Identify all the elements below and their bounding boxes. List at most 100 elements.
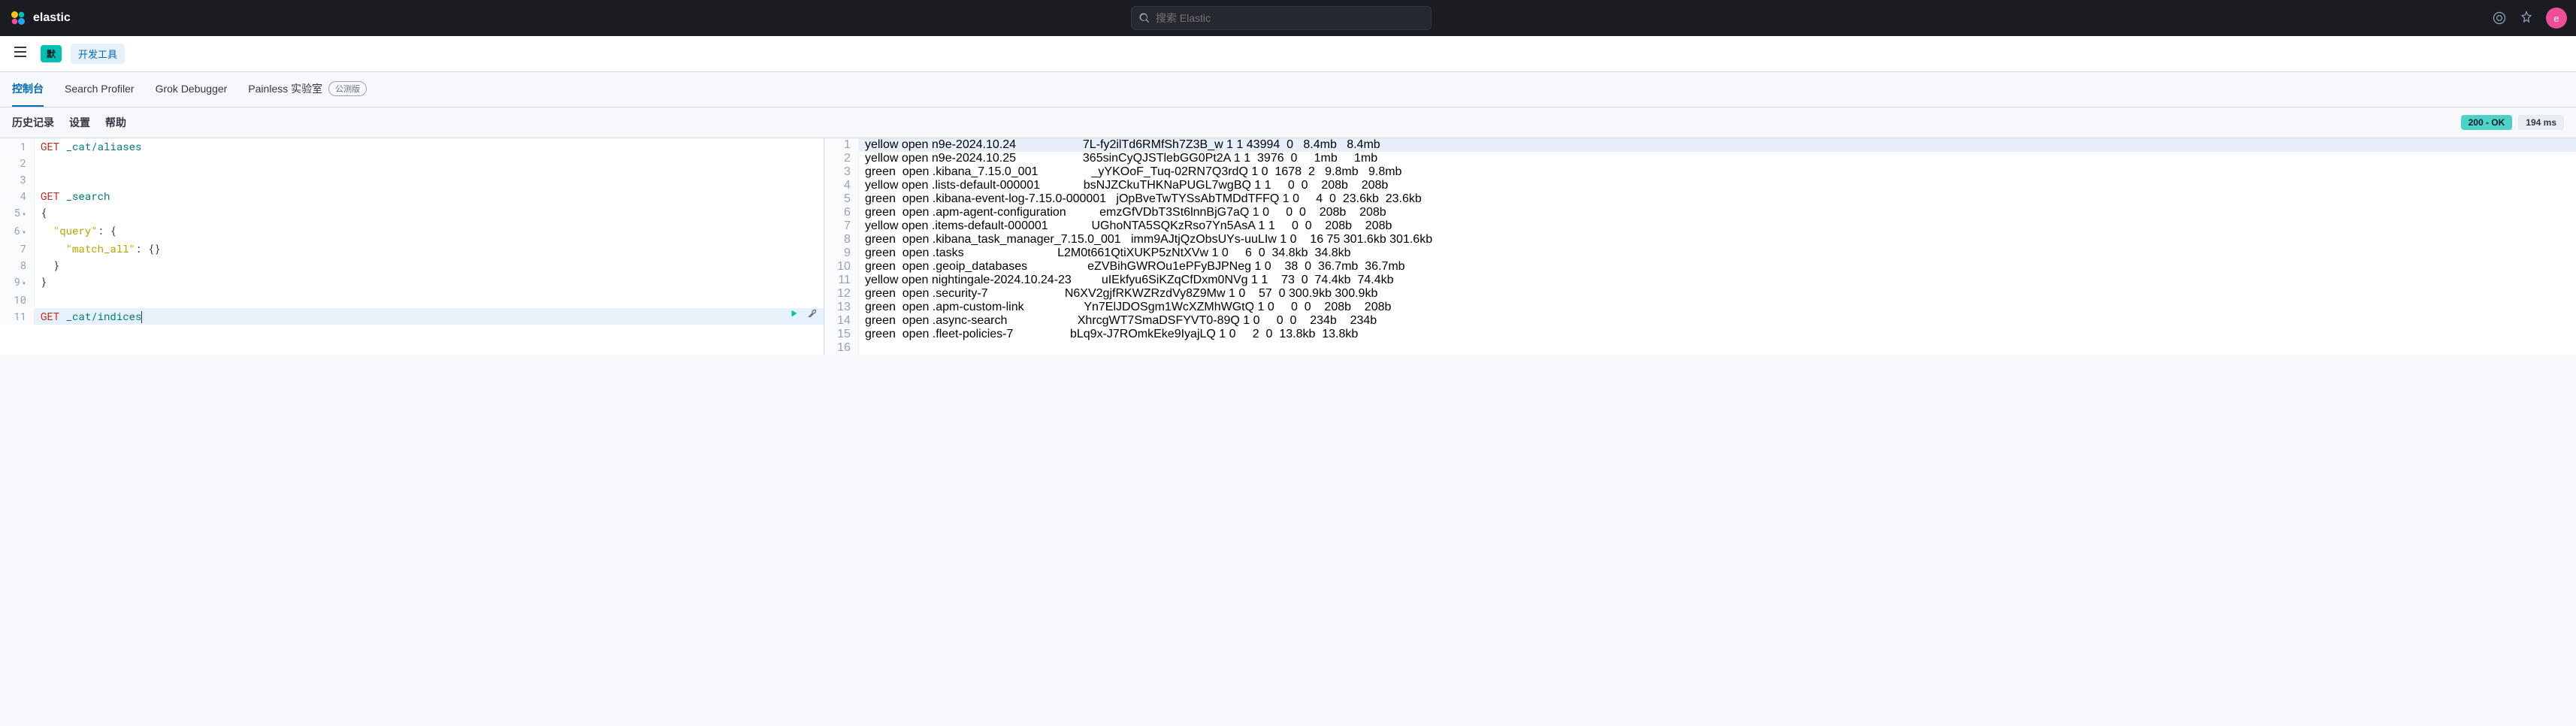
editor-line[interactable]: 1GET _cat/aliases: [0, 138, 824, 155]
elastic-logo-icon: [9, 9, 27, 27]
global-search[interactable]: [1131, 6, 1432, 30]
output-line: 6green open .apm-agent-configuration emz…: [824, 206, 2576, 219]
line-number: 12: [824, 287, 859, 301]
editor-line[interactable]: 8 }: [0, 257, 824, 274]
output-text: green open .apm-agent-configuration emzG…: [859, 206, 2576, 219]
search-input[interactable]: [1156, 12, 1423, 24]
output-text: green open .security-7 N6XV2gjfRKWZRzdVy…: [859, 287, 2576, 301]
output-line: 13green open .apm-custom-link Yn7ElJDOSg…: [824, 301, 2576, 314]
nav-toggle[interactable]: [9, 41, 32, 67]
request-editor[interactable]: 1GET _cat/aliases234GET _search5{6 "quer…: [0, 138, 824, 355]
editor-line[interactable]: 11GET _cat/indices: [0, 308, 824, 325]
editor-line[interactable]: 4GET _search: [0, 188, 824, 204]
line-number: 10: [824, 260, 859, 274]
output-line: 10green open .geoip_databases eZVBihGWRO…: [824, 260, 2576, 274]
editor-line[interactable]: 5{: [0, 204, 824, 222]
output-line: 12green open .security-7 N6XV2gjfRKWZRzd…: [824, 287, 2576, 301]
line-number: 5: [824, 192, 859, 206]
line-number: 8: [824, 233, 859, 247]
editor-area: 1GET _cat/aliases234GET _search5{6 "quer…: [0, 138, 2576, 355]
line-number: 10: [0, 292, 35, 308]
line-content: }: [35, 257, 824, 274]
subbar-link-设置[interactable]: 设置: [69, 115, 90, 130]
output-text: green open .kibana_task_manager_7.15.0_0…: [859, 233, 2576, 247]
output-line: 14green open .async-search XhrcgWT7SmaDS…: [824, 314, 2576, 328]
editor-line[interactable]: 9}: [0, 274, 824, 292]
output-line: 11yellow open nightingale-2024.10.24-23 …: [824, 274, 2576, 287]
output-line: 4yellow open .lists-default-000001 bsNJZ…: [824, 179, 2576, 192]
line-number: 11: [0, 308, 35, 325]
tab-search-profiler[interactable]: Search Profiler: [65, 74, 135, 105]
line-number: 7: [0, 240, 35, 257]
response-output[interactable]: 1yellow open n9e-2024.10.24 7L-fy2ilTd6R…: [824, 138, 2576, 355]
send-request-icon[interactable]: [789, 308, 800, 319]
editor-line[interactable]: 2: [0, 155, 824, 171]
line-number: 11: [824, 274, 859, 287]
line-content: }: [35, 274, 824, 292]
subbar-links: 历史记录设置帮助: [12, 115, 126, 130]
output-line: 3green open .kibana_7.15.0_001 _yYKOoF_T…: [824, 165, 2576, 179]
output-text: green open .kibana_7.15.0_001 _yYKOoF_Tu…: [859, 165, 2576, 179]
topbar: elastic e: [0, 0, 2576, 36]
line-content: GET _search: [35, 188, 824, 204]
tab-label: Search Profiler: [65, 83, 135, 95]
logo[interactable]: elastic: [9, 9, 71, 27]
wrench-icon[interactable]: [807, 308, 818, 319]
editor-line[interactable]: 7 "match_all": {}: [0, 240, 824, 257]
output-line: 16: [824, 341, 2576, 355]
line-number: 6: [0, 222, 35, 240]
search-icon: [1139, 13, 1150, 23]
line-number: 6: [824, 206, 859, 219]
search-container: [71, 6, 2492, 30]
line-number: 7: [824, 219, 859, 233]
tab-控制台[interactable]: 控制台: [12, 72, 44, 107]
output-line: 5green open .kibana-event-log-7.15.0-000…: [824, 192, 2576, 206]
line-number: 4: [0, 188, 35, 204]
output-text: yellow open nightingale-2024.10.24-23 uI…: [859, 274, 2576, 287]
response-time: 194 ms: [2518, 115, 2564, 130]
subbar-link-历史记录[interactable]: 历史记录: [12, 115, 54, 130]
line-number: 14: [824, 314, 859, 328]
line-number: 16: [824, 341, 859, 355]
output-line: 7yellow open .items-default-000001 UGhoN…: [824, 219, 2576, 233]
output-line: 2yellow open n9e-2024.10.25 365sinCyQJST…: [824, 152, 2576, 165]
editor-line[interactable]: 10: [0, 292, 824, 308]
output-text: yellow open n9e-2024.10.24 7L-fy2ilTd6RM…: [859, 138, 2576, 152]
output-text: green open .geoip_databases eZVBihGWROu1…: [859, 260, 2576, 274]
subbar: 历史记录设置帮助 200 - OK 194 ms: [0, 107, 2576, 138]
line-content: [35, 171, 824, 188]
editor-line[interactable]: 6 "query": {: [0, 222, 824, 240]
line-content: {: [35, 204, 824, 222]
subbar-link-帮助[interactable]: 帮助: [105, 115, 126, 130]
output-line: 8green open .kibana_task_manager_7.15.0_…: [824, 233, 2576, 247]
beta-badge: 公测版: [328, 81, 367, 96]
help-icon[interactable]: [2492, 11, 2507, 26]
line-number: 2: [0, 155, 35, 171]
output-text: yellow open n9e-2024.10.25 365sinCyQJSTl…: [859, 152, 2576, 165]
line-number: 5: [0, 204, 35, 222]
response-status: 200 - OK: [2461, 115, 2513, 130]
brand-text: elastic: [33, 11, 71, 25]
output-text: yellow open .lists-default-000001 bsNJZC…: [859, 179, 2576, 192]
line-number: 9: [0, 274, 35, 292]
output-text: yellow open .items-default-000001 UGhoNT…: [859, 219, 2576, 233]
subbar-status: 200 - OK 194 ms: [2461, 115, 2564, 130]
tab-painless-实验室[interactable]: Painless 实验室公测版: [248, 72, 367, 107]
line-content: GET _cat/aliases: [35, 138, 824, 155]
newsfeed-icon[interactable]: [2519, 11, 2534, 26]
line-number: 1: [824, 138, 859, 152]
hamburger-icon: [14, 45, 27, 59]
tab-grok-debugger[interactable]: Grok Debugger: [156, 74, 228, 105]
tab-label: Grok Debugger: [156, 83, 228, 95]
line-number: 4: [824, 179, 859, 192]
output-text: [859, 341, 2576, 355]
space-badge[interactable]: 默: [41, 45, 62, 62]
line-number: 2: [824, 152, 859, 165]
line-number: 1: [0, 138, 35, 155]
editor-line[interactable]: 3: [0, 171, 824, 188]
user-avatar[interactable]: e: [2546, 8, 2567, 29]
breadcrumb-devtools[interactable]: 开发工具: [71, 44, 125, 64]
tabs: 控制台 Search Profiler Grok Debugger Painless …: [0, 72, 2576, 107]
line-content: GET _cat/indices: [35, 308, 824, 325]
line-number: 3: [0, 171, 35, 188]
